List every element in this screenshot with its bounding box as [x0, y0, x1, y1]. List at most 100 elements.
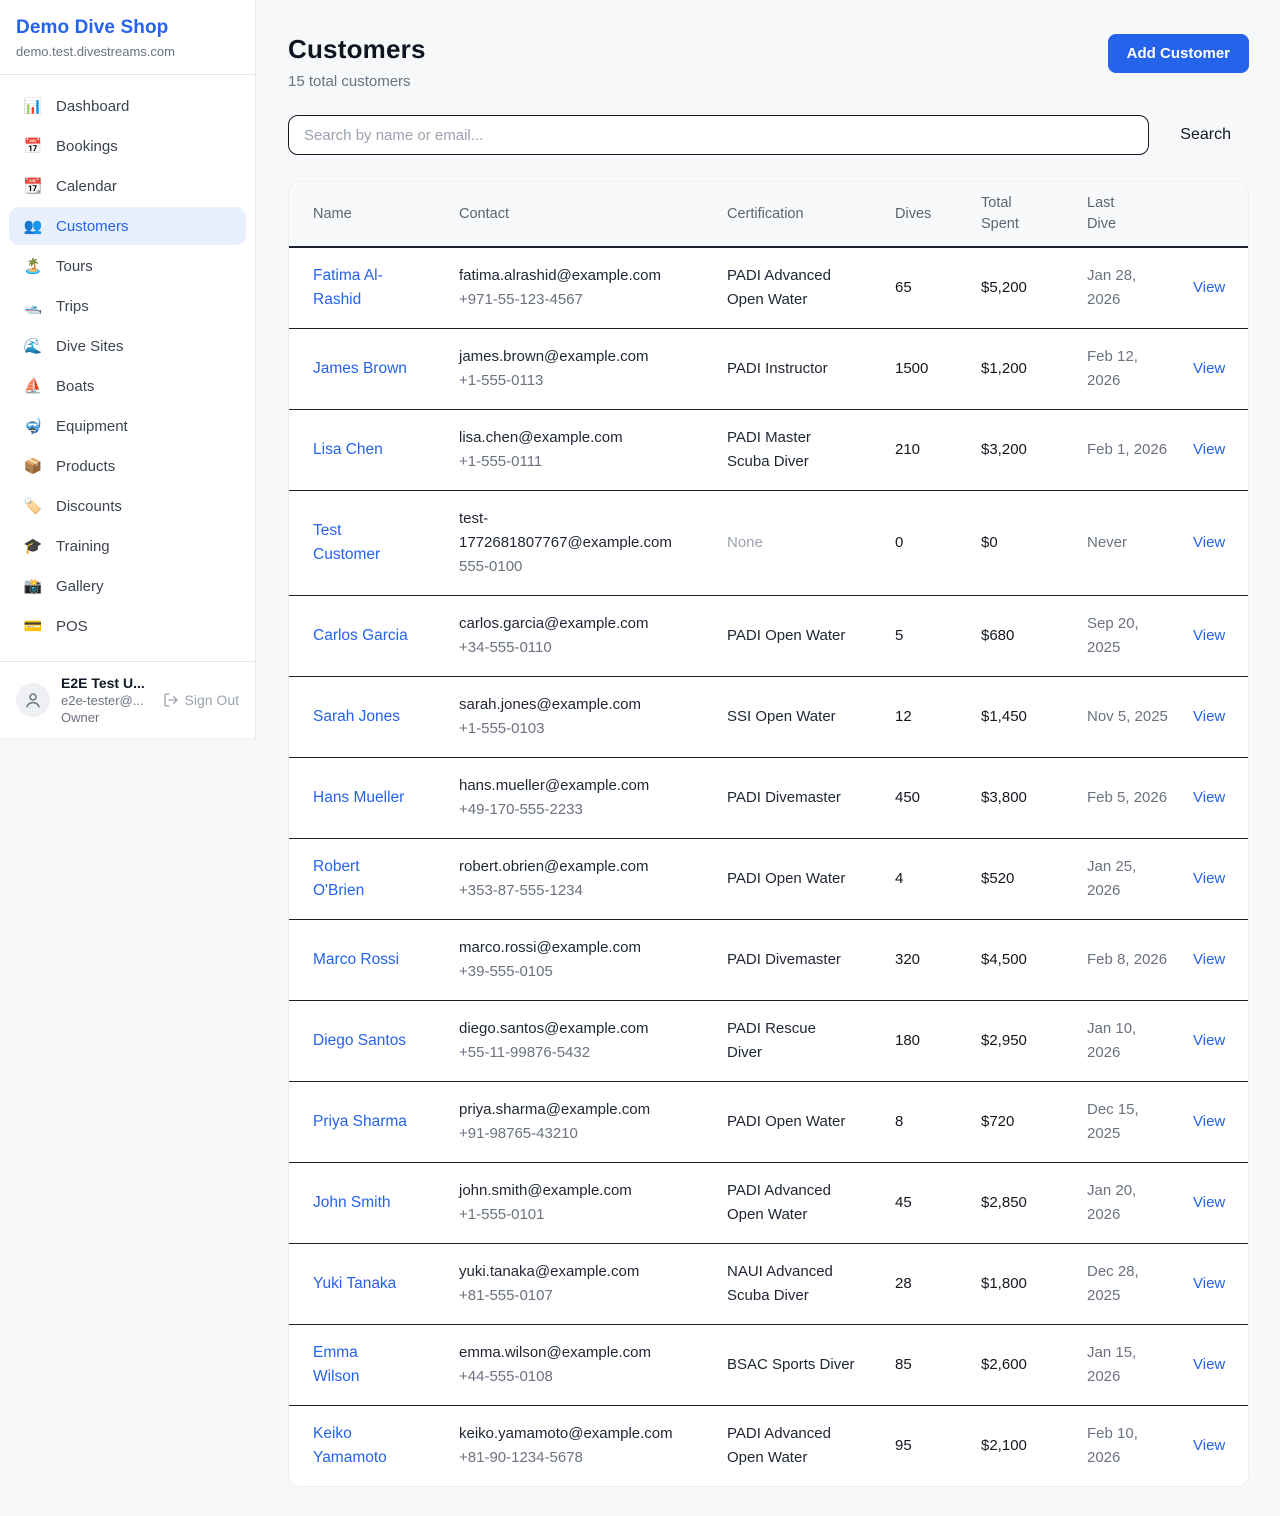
- customer-name-link[interactable]: Diego Santos: [313, 1029, 406, 1053]
- customer-total-spent: $1,450: [981, 689, 1087, 745]
- search-input[interactable]: [288, 115, 1149, 155]
- view-customer-link[interactable]: View: [1193, 441, 1225, 458]
- sidebar-item-label: Equipment: [56, 418, 128, 435]
- sidebar-item-products[interactable]: 📦 Products: [9, 447, 246, 485]
- sign-out-button[interactable]: Sign Out: [163, 692, 239, 708]
- view-customer-link[interactable]: View: [1193, 1194, 1225, 1211]
- column-header-actions: [1193, 203, 1248, 225]
- customer-dives: 85: [895, 1337, 981, 1393]
- add-customer-button[interactable]: Add Customer: [1108, 34, 1249, 73]
- view-customer-link[interactable]: View: [1193, 1437, 1225, 1454]
- customer-phone: +44-555-0108: [459, 1365, 685, 1389]
- view-customer-link[interactable]: View: [1193, 1356, 1225, 1373]
- sidebar-item-label: Discounts: [56, 498, 122, 515]
- user-section: E2E Test U... e2e-tester@... Owner Sign …: [0, 661, 255, 738]
- view-customer-link[interactable]: View: [1193, 279, 1225, 296]
- customer-name-link[interactable]: Carlos Garcia: [313, 624, 408, 648]
- customer-email: priya.sharma@example.com: [459, 1098, 685, 1122]
- customer-last-dive: Feb 12, 2026: [1087, 345, 1169, 393]
- credit-card-icon: 💳: [23, 617, 43, 635]
- view-customer-link[interactable]: View: [1193, 870, 1225, 887]
- customer-name-link[interactable]: Sarah Jones: [313, 705, 400, 729]
- person-icon: [24, 691, 42, 709]
- sidebar-item-gallery[interactable]: 📸 Gallery: [9, 567, 246, 605]
- customer-certification: PADI Instructor: [727, 357, 828, 381]
- customer-email: james.brown@example.com: [459, 345, 685, 369]
- table-row: Robert O'Brien robert.obrien@example.com…: [289, 839, 1248, 920]
- customer-name-link[interactable]: Hans Mueller: [313, 786, 404, 810]
- sidebar-item-customers[interactable]: 👥 Customers: [9, 207, 246, 245]
- customer-total-spent: $1,800: [981, 1256, 1087, 1312]
- sign-out-label: Sign Out: [185, 692, 239, 708]
- customer-name-link[interactable]: Emma Wilson: [313, 1341, 408, 1389]
- customer-certification: PADI Advanced Open Water: [727, 1422, 855, 1470]
- table-row: Hans Mueller hans.mueller@example.com +4…: [289, 758, 1248, 839]
- view-customer-link[interactable]: View: [1193, 627, 1225, 644]
- customer-name-link[interactable]: Test Customer: [313, 519, 408, 567]
- customer-dives: 210: [895, 422, 981, 478]
- sidebar-item-boats[interactable]: ⛵ Boats: [9, 367, 246, 405]
- view-customer-link[interactable]: View: [1193, 1032, 1225, 1049]
- view-customer-link[interactable]: View: [1193, 951, 1225, 968]
- customer-dives: 0: [895, 515, 981, 571]
- sidebar-item-equipment[interactable]: 🤿 Equipment: [9, 407, 246, 445]
- customer-name-link[interactable]: Lisa Chen: [313, 438, 383, 462]
- customer-certification: PADI Divemaster: [727, 786, 841, 810]
- customer-last-dive: Feb 5, 2026: [1087, 786, 1167, 810]
- sidebar-item-dive-sites[interactable]: 🌊 Dive Sites: [9, 327, 246, 365]
- customer-total-spent: $3,200: [981, 422, 1087, 478]
- table-row: James Brown james.brown@example.com +1-5…: [289, 329, 1248, 410]
- user-email: e2e-tester@...: [61, 693, 145, 708]
- customer-phone: 555-0100: [459, 555, 685, 579]
- sidebar-item-training[interactable]: 🎓 Training: [9, 527, 246, 565]
- customer-total-spent: $1,200: [981, 341, 1087, 397]
- customer-name-link[interactable]: Marco Rossi: [313, 948, 399, 972]
- table-row: Emma Wilson emma.wilson@example.com +44-…: [289, 1325, 1248, 1406]
- customer-name-link[interactable]: Robert O'Brien: [313, 855, 408, 903]
- sidebar-item-discounts[interactable]: 🏷️ Discounts: [9, 487, 246, 525]
- customer-certification: PADI Advanced Open Water: [727, 1179, 855, 1227]
- brand-block: Demo Dive Shop demo.test.divestreams.com: [0, 0, 255, 75]
- sidebar-item-calendar[interactable]: 📆 Calendar: [9, 167, 246, 205]
- view-customer-link[interactable]: View: [1193, 1113, 1225, 1130]
- view-customer-link[interactable]: View: [1193, 534, 1225, 551]
- customer-last-dive: Dec 15, 2025: [1087, 1098, 1169, 1146]
- customer-last-dive: Jan 10, 2026: [1087, 1017, 1169, 1065]
- view-customer-link[interactable]: View: [1193, 789, 1225, 806]
- sidebar-item-trips[interactable]: 🛥️ Trips: [9, 287, 246, 325]
- customer-email: john.smith@example.com: [459, 1179, 685, 1203]
- customer-dives: 28: [895, 1256, 981, 1312]
- view-customer-link[interactable]: View: [1193, 360, 1225, 377]
- customer-name-link[interactable]: Fatima Al-Rashid: [313, 264, 408, 312]
- customer-name-link[interactable]: Keiko Yamamoto: [313, 1422, 408, 1470]
- user-name: E2E Test U...: [61, 675, 145, 691]
- customer-email: lisa.chen@example.com: [459, 426, 685, 450]
- table-row: Test Customer test-1772681807767@example…: [289, 491, 1248, 596]
- customer-total-spent: $680: [981, 608, 1087, 664]
- sidebar-item-bookings[interactable]: 📅 Bookings: [9, 127, 246, 165]
- customer-name-link[interactable]: John Smith: [313, 1191, 391, 1215]
- sidebar-item-dashboard[interactable]: 📊 Dashboard: [9, 87, 246, 125]
- column-header-total-spent: Total Spent: [981, 182, 1087, 246]
- customer-dives: 4: [895, 851, 981, 907]
- view-customer-link[interactable]: View: [1193, 708, 1225, 725]
- table-row: Priya Sharma priya.sharma@example.com +9…: [289, 1082, 1248, 1163]
- customer-phone: +1-555-0113: [459, 369, 685, 393]
- customer-last-dive: Nov 5, 2025: [1087, 705, 1168, 729]
- search-button[interactable]: Search: [1149, 126, 1249, 144]
- sidebar-item-label: Tours: [56, 258, 93, 275]
- customer-last-dive: Feb 10, 2026: [1087, 1422, 1169, 1470]
- customer-name-link[interactable]: Yuki Tanaka: [313, 1272, 396, 1296]
- customer-last-dive: Jan 28, 2026: [1087, 264, 1169, 312]
- sidebar-item-tours[interactable]: 🏝️ Tours: [9, 247, 246, 285]
- customer-name-link[interactable]: Priya Sharma: [313, 1110, 407, 1134]
- customer-name-link[interactable]: James Brown: [313, 357, 407, 381]
- customer-dives: 95: [895, 1418, 981, 1474]
- sailboat-icon: ⛵: [23, 377, 43, 395]
- customer-phone: +81-90-1234-5678: [459, 1446, 685, 1470]
- view-customer-link[interactable]: View: [1193, 1275, 1225, 1292]
- customer-last-dive: Never: [1087, 531, 1127, 555]
- sidebar-item-pos[interactable]: 💳 POS: [9, 607, 246, 645]
- table-body: Fatima Al-Rashid fatima.alrashid@example…: [289, 248, 1248, 1486]
- customer-phone: +55-11-99876-5432: [459, 1041, 685, 1065]
